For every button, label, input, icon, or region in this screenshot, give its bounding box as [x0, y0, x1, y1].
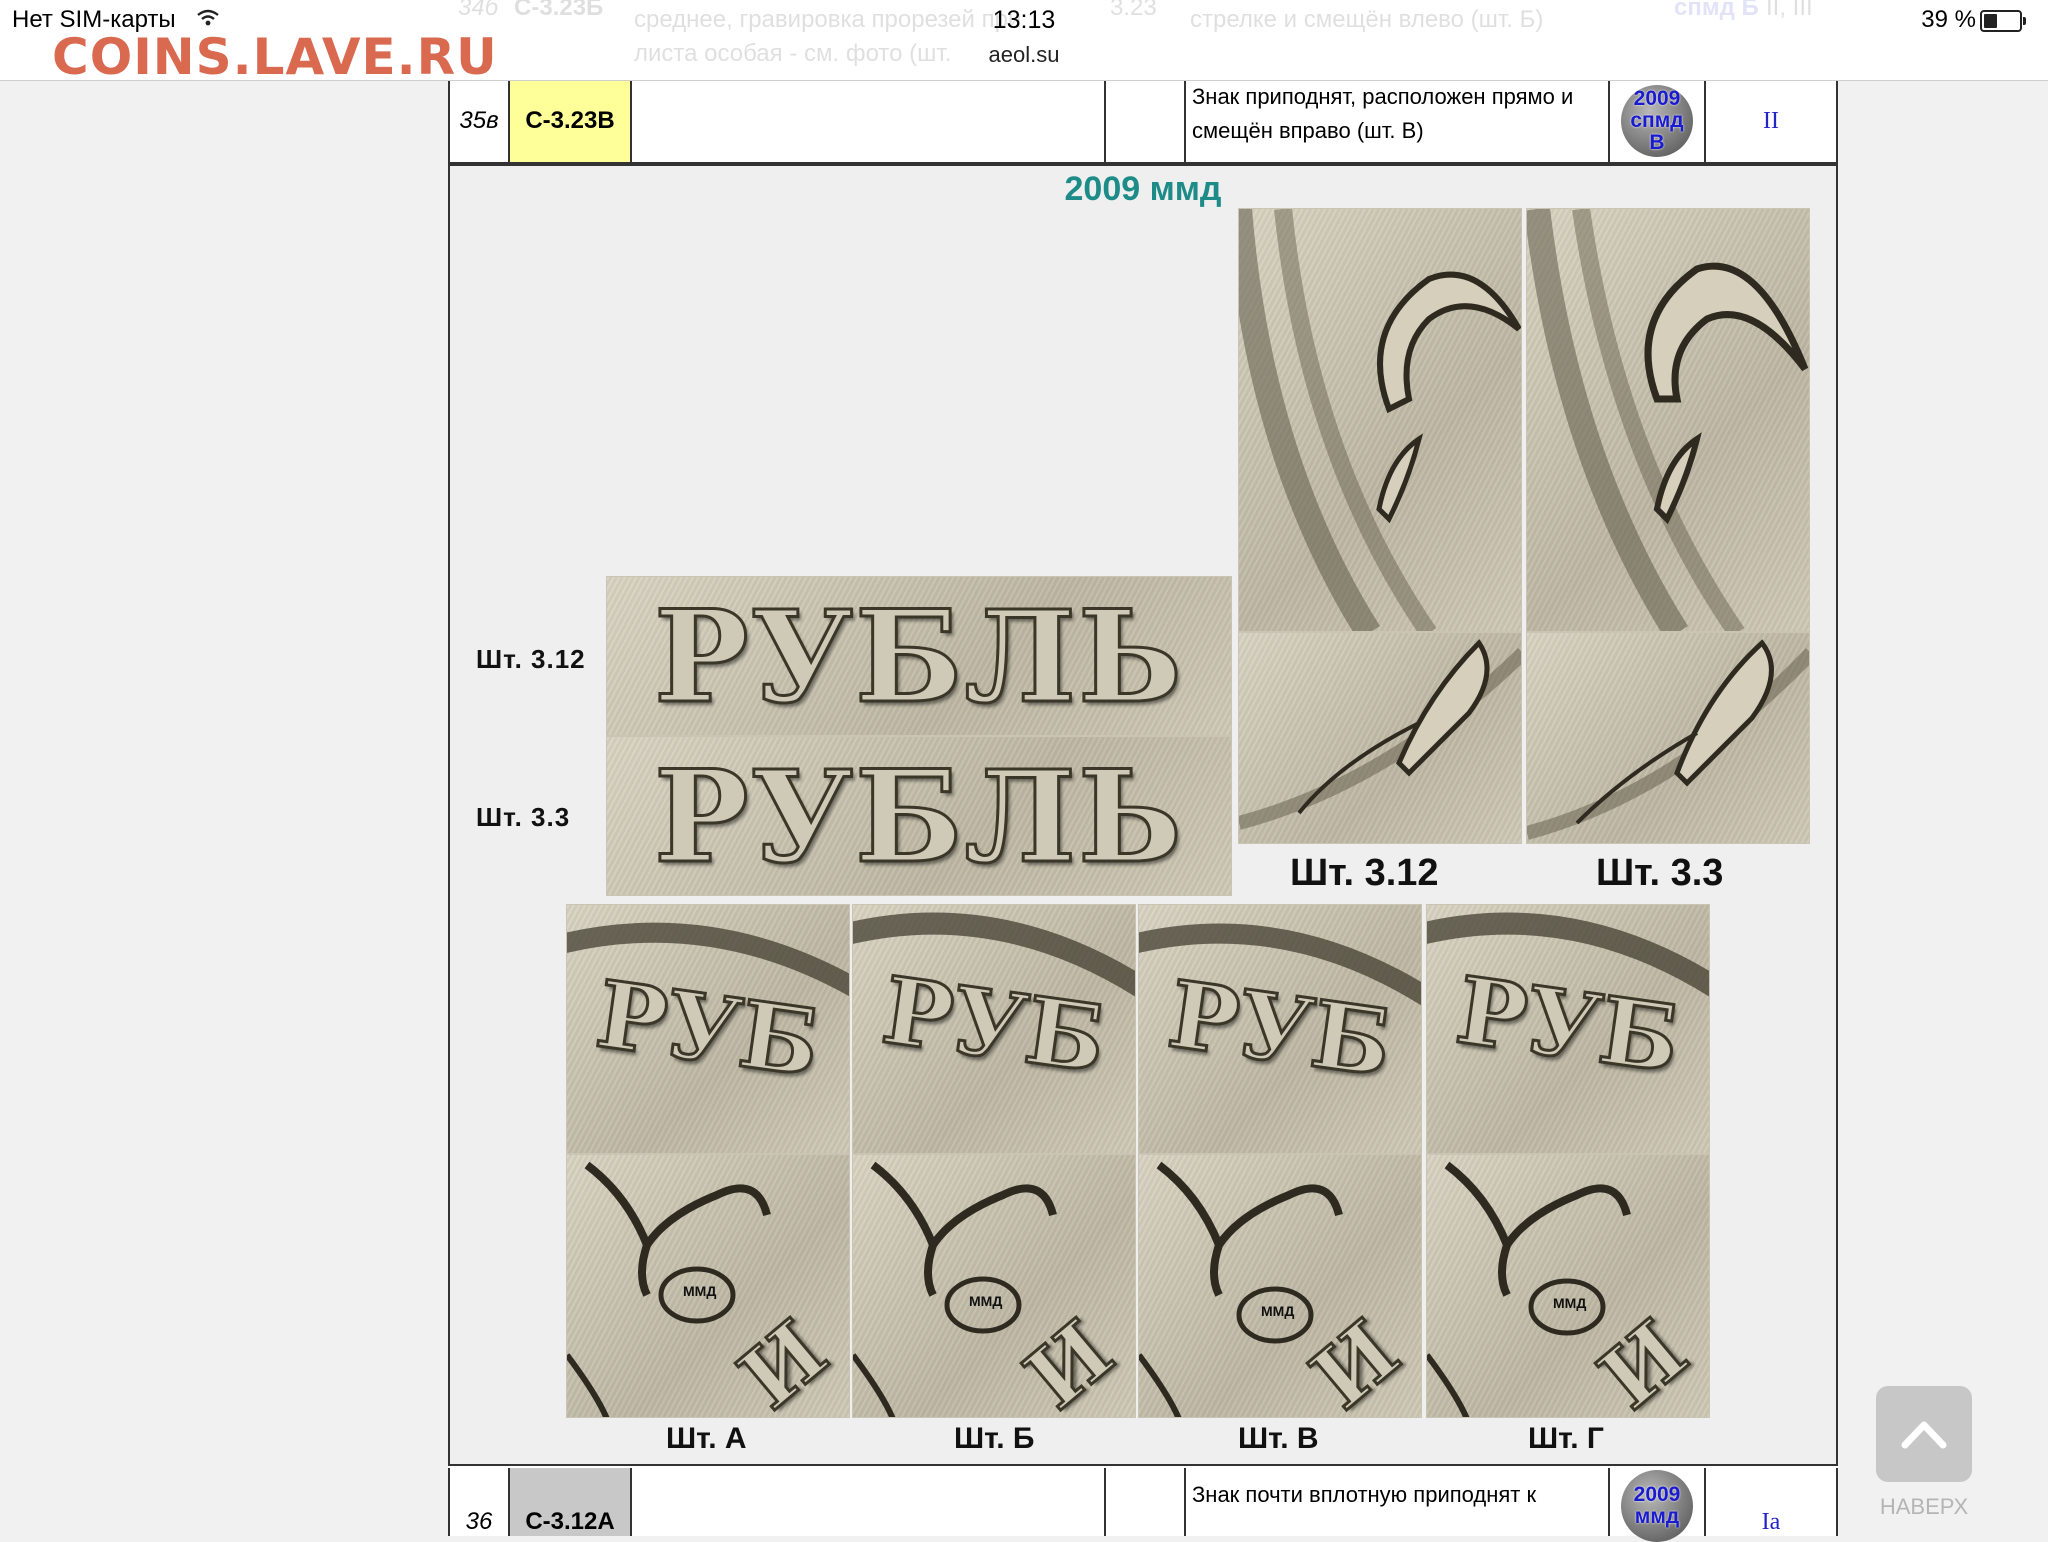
mint-mark-photo: ММД И: [566, 1154, 850, 1418]
mint-mark-text: ММД: [969, 1293, 1003, 1309]
coin-thumbnail[interactable]: 2009 спмд В: [1621, 85, 1693, 157]
die-label: Шт. В: [1238, 1422, 1319, 1455]
empty-cell: [1106, 1468, 1186, 1536]
section-title: 2009 ммд: [1064, 170, 1222, 208]
die-label: Шт. Г: [1528, 1422, 1604, 1455]
die-label: Шт. 3.3: [1596, 852, 1724, 894]
die-photo-a: РУБ: [566, 904, 850, 1154]
word-closeup-photo: РУБЛЬ: [606, 736, 1232, 896]
table-row: 35в С-3.23В Знак приподнят, расположен п…: [448, 80, 1838, 164]
die-label: Шт. 3.12: [1290, 852, 1439, 894]
scroll-top-button[interactable]: [1876, 1386, 1972, 1482]
year-cell: 2009 ммд: [1610, 1468, 1706, 1542]
die-label: Шт. А: [666, 1422, 747, 1455]
word-closeup-photo: РУБЛЬ: [606, 576, 1232, 736]
mint-mark-photo: ММД И: [1426, 1154, 1710, 1418]
die-label: Шт. Б: [954, 1422, 1035, 1455]
battery-percent: 39 %: [1921, 6, 1976, 33]
mint-mark-text: ММД: [683, 1283, 717, 1299]
empty-cell: [1106, 80, 1186, 162]
row-number: 36: [450, 1468, 510, 1536]
row-grade: Iа: [1761, 1509, 1781, 1535]
mint-mark-text: ММД: [1261, 1303, 1295, 1319]
table-row: 36 С-3.12А Знак почти вплотную приподнят…: [448, 1468, 1838, 1542]
die-label: Шт. 3.3: [476, 802, 571, 832]
word-image: РУБЛЬ: [652, 582, 1185, 733]
mint-mark-photo: ММД И: [852, 1154, 1136, 1418]
varieties-table: 35в С-3.23В Знак приподнят, расположен п…: [448, 80, 1838, 1542]
coin-thumbnail[interactable]: 2009 ммд: [1621, 1470, 1693, 1542]
leaf-detail-image: [1239, 209, 1521, 631]
leaf-detail-image: [1527, 209, 1809, 631]
row-code[interactable]: С-3.12А: [510, 1468, 632, 1536]
mint-mark-text: ММД: [1553, 1295, 1587, 1311]
coin-year: 2009: [1633, 87, 1681, 110]
chevron-up-icon: [1901, 1421, 1947, 1449]
die-photo-c: РУБ: [1138, 904, 1422, 1154]
coin-closeup-photo: [1238, 632, 1522, 844]
row-number: 35в: [450, 80, 510, 162]
row-grade: II: [1763, 107, 1779, 134]
site-watermark: COINS.LAVE.RU: [52, 28, 498, 86]
coin-closeup-photo: [1526, 208, 1810, 632]
comparison-image-section: 2009 ммд Шт. 3.12 Шт. 3.3 Шт. 3.12 Шт. 3…: [448, 164, 1838, 1466]
leaf-detail-image: [1239, 639, 1521, 830]
battery-icon: [1980, 10, 2026, 32]
scroll-top-label[interactable]: НАВЕРХ: [1862, 1494, 1986, 1520]
coin-mint: спмд: [1630, 109, 1684, 132]
word-image: РУБЛЬ: [652, 742, 1185, 893]
row-desc: Знак приподнят, расположен прямо и смещё…: [1186, 80, 1610, 162]
mint-mark-photo: ММД И: [1138, 1154, 1422, 1418]
row-code[interactable]: С-3.23В: [510, 80, 632, 162]
empty-cell: [632, 1468, 1106, 1536]
year-cell: 2009 спмд В: [1610, 80, 1706, 162]
die-label: Шт. 3.12: [476, 644, 586, 674]
die-photo-b: РУБ: [852, 904, 1136, 1154]
row-desc: Знак почти вплотную приподнят к: [1186, 1468, 1610, 1536]
leaf-detail-image: [1527, 639, 1809, 840]
coin-die: В: [1649, 131, 1665, 154]
coin-mint: ммд: [1634, 1505, 1680, 1528]
die-photo-d: РУБ: [1426, 904, 1710, 1154]
coin-year: 2009: [1633, 1483, 1681, 1506]
empty-cell: [632, 80, 1106, 162]
coin-closeup-photo: [1526, 632, 1810, 844]
coin-closeup-photo: [1238, 208, 1522, 632]
